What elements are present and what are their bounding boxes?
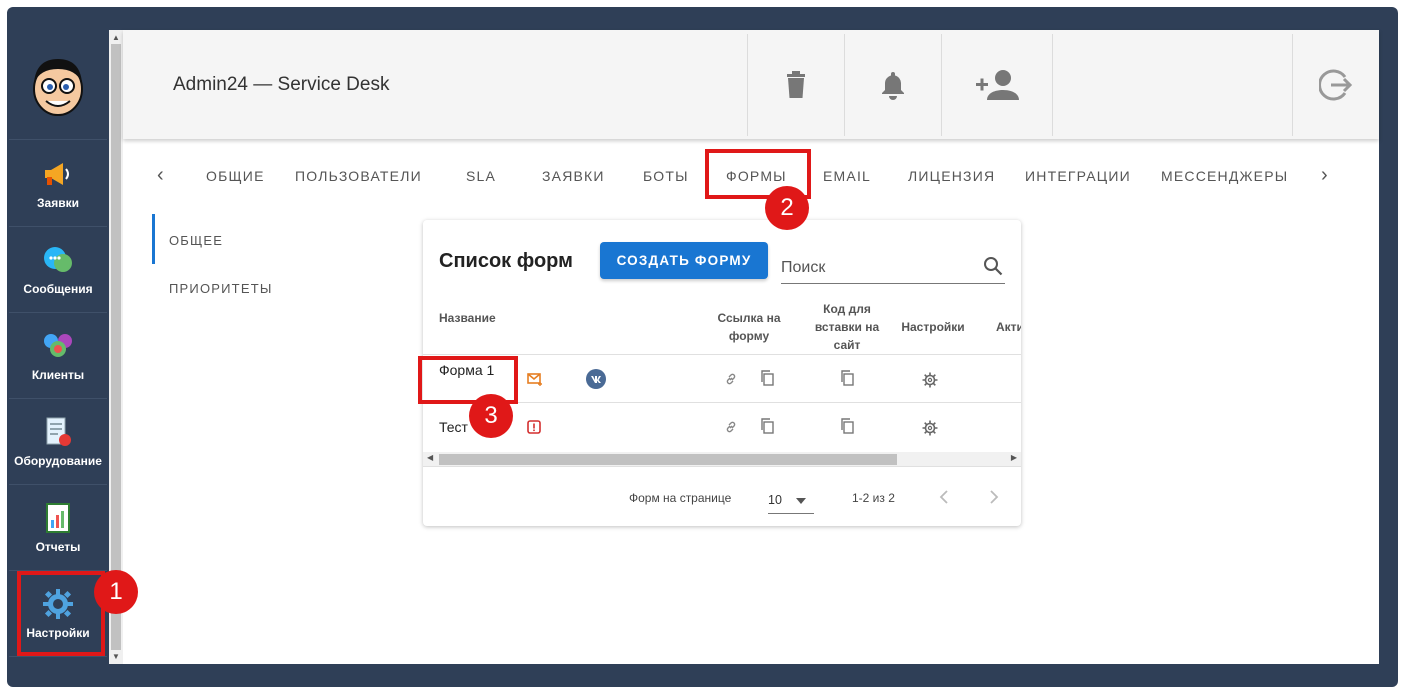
scroll-down-arrow-icon[interactable]: ▼ — [112, 652, 120, 661]
search-input[interactable] — [781, 256, 976, 280]
vk-icon — [586, 369, 606, 389]
tab-license[interactable]: ЛИЦЕНЗИЯ — [908, 168, 995, 184]
bell-icon — [882, 72, 904, 100]
equipment-icon — [42, 416, 74, 448]
annotation-badge-1: 1 — [94, 570, 138, 614]
copy-icon[interactable] — [760, 370, 774, 386]
copy-icon[interactable] — [840, 370, 854, 386]
rows-per-page-select[interactable]: 10 — [768, 488, 814, 514]
rows-per-page-label: Форм на странице — [629, 491, 732, 505]
logout-icon — [1319, 69, 1353, 101]
form-name[interactable]: Тест — [439, 419, 468, 435]
header-empty-slot — [1052, 34, 1292, 136]
sidebar-item-equipment[interactable]: Оборудование — [9, 399, 107, 485]
next-page-icon[interactable] — [989, 490, 999, 504]
column-header-name: Название — [439, 311, 496, 325]
sidebar-item-label: Отчеты — [35, 539, 81, 554]
chevron-down-icon — [796, 498, 806, 504]
mascot-avatar-icon — [33, 58, 83, 116]
chat-bubbles-icon — [42, 244, 74, 276]
tab-tickets[interactable]: ЗАЯВКИ — [542, 168, 605, 184]
column-header-link: Ссылка на форму — [717, 311, 781, 343]
forms-list-title: Список форм — [439, 250, 573, 272]
tab-general[interactable]: ОБЩИЕ — [206, 168, 265, 184]
sidebar-item-label: Заявки — [37, 195, 79, 210]
link-icon[interactable] — [724, 372, 738, 386]
column-header-active: Акти — [996, 320, 1021, 334]
logout-button[interactable] — [1292, 34, 1379, 136]
alert-icon — [527, 420, 541, 434]
scroll-up-arrow-icon[interactable]: ▲ — [112, 33, 120, 42]
megaphone-icon — [42, 158, 74, 190]
link-icon[interactable] — [724, 420, 738, 434]
search-icon[interactable] — [983, 256, 1003, 276]
copy-icon[interactable] — [760, 418, 774, 434]
sidebar-item-label: Клиенты — [31, 367, 85, 382]
footer-divider — [423, 466, 1021, 467]
sidebar-item-messages[interactable]: Сообщения — [9, 227, 107, 313]
sidebar-item-tickets[interactable]: Заявки — [9, 141, 107, 227]
highlight-settings — [17, 571, 105, 656]
subnav-active-indicator — [152, 214, 155, 264]
column-header-settings: Настройки — [901, 320, 965, 334]
tab-email[interactable]: EMAIL — [823, 168, 871, 184]
tab-sla[interactable]: SLA — [466, 168, 496, 184]
delete-button[interactable] — [747, 34, 844, 136]
sidebar: Заявки Сообщения Клиенты Оборудование От… — [9, 30, 107, 664]
tabs-next-arrow[interactable]: › — [1321, 164, 1328, 187]
app-title: Admin24 — Service Desk — [173, 74, 390, 95]
notifications-button[interactable] — [844, 34, 941, 136]
trash-icon — [787, 71, 805, 98]
column-header-embed: Код для вставки на сайт — [814, 302, 880, 352]
gear-icon[interactable] — [922, 372, 938, 388]
sidebar-item-clients[interactable]: Клиенты — [9, 313, 107, 399]
scroll-right-arrow-icon[interactable]: ▶ — [1011, 453, 1017, 462]
copy-icon[interactable] — [840, 418, 854, 434]
prev-page-icon[interactable] — [939, 490, 949, 504]
report-icon — [42, 502, 74, 534]
pagination-range: 1-2 из 2 — [852, 491, 895, 505]
annotation-badge-2: 2 — [765, 186, 809, 230]
annotation-badge-3: 3 — [469, 394, 513, 438]
sidebar-item-reports[interactable]: Отчеты — [9, 485, 107, 571]
subnav-general[interactable]: ОБЩЕЕ — [169, 233, 223, 248]
sidebar-item-label: Оборудование — [14, 453, 102, 468]
avatar[interactable] — [9, 30, 107, 140]
sidebar-scrollbar[interactable]: ▲ ▼ — [109, 30, 123, 664]
gear-icon[interactable] — [922, 420, 938, 436]
tabs-prev-arrow[interactable]: ‹ — [157, 164, 164, 187]
top-header: Admin24 — Service Desk — [123, 30, 1379, 139]
clients-icon — [42, 330, 74, 362]
scrollbar-thumb[interactable] — [439, 454, 897, 465]
scroll-left-arrow-icon[interactable]: ◀ — [427, 453, 433, 462]
search-box — [781, 250, 1005, 284]
tab-integrations[interactable]: ИНТЕГРАЦИИ — [1025, 168, 1131, 184]
rows-per-page-value: 10 — [768, 493, 782, 507]
subnav-priorities[interactable]: ПРИОРИТЕТЫ — [169, 281, 273, 296]
mail-icon — [527, 373, 542, 386]
tab-bots[interactable]: БОТЫ — [643, 168, 689, 184]
header-divider — [423, 354, 1021, 355]
main-content: Admin24 — Service Desk ‹ ОБЩИЕ ПОЛЬЗОВАТ… — [123, 30, 1379, 664]
scrollbar-thumb[interactable] — [111, 44, 121, 650]
table-horizontal-scrollbar[interactable]: ◀ ▶ — [423, 452, 1021, 466]
tab-messengers[interactable]: МЕССЕНДЖЕРЫ — [1161, 168, 1288, 184]
add-user-button[interactable] — [941, 34, 1052, 136]
create-form-button[interactable]: СОЗДАТЬ ФОРМУ — [600, 242, 768, 279]
sidebar-item-label: Сообщения — [23, 281, 93, 296]
tab-users[interactable]: ПОЛЬЗОВАТЕЛИ — [295, 168, 422, 184]
add-user-icon — [976, 70, 1019, 100]
